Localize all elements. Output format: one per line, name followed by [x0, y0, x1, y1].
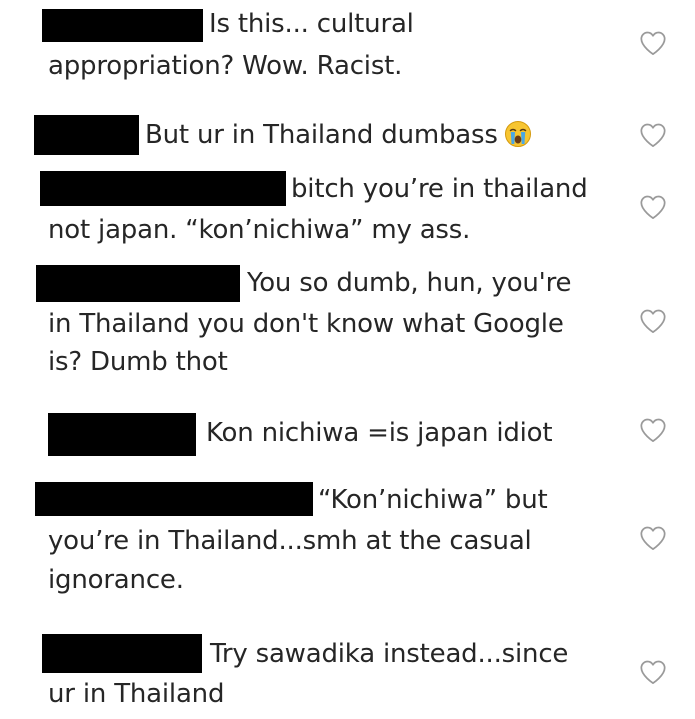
comment-text-line: Try sawadika instead...since: [210, 639, 569, 669]
redacted-username: [40, 171, 286, 206]
comment-text-line: But ur in Thailand dumbass: [145, 115, 532, 155]
comment-text: But ur in Thailand dumbass: [145, 120, 498, 150]
comment-text-line: “Kon’nichiwa” but: [318, 485, 548, 515]
comment-text-line: appropriation? Wow. Racist.: [48, 51, 403, 81]
comments-screen: { "comments": [ { "username": "", "lines…: [0, 0, 695, 719]
like-heart-icon[interactable]: [639, 122, 667, 148]
comment-text-line: you’re in Thailand...smh at the casual: [48, 526, 532, 556]
comment-text-line: in Thailand you don't know what Google: [48, 309, 564, 339]
redacted-username: [36, 265, 240, 302]
like-heart-icon[interactable]: [639, 30, 667, 56]
like-heart-icon[interactable]: [639, 659, 667, 685]
like-heart-icon[interactable]: [639, 308, 667, 334]
redacted-username: [34, 115, 139, 155]
comment-text-line: ur in Thailand: [48, 679, 225, 709]
comment-text-line: bitch you’re in thailand: [291, 174, 588, 204]
redacted-username: [48, 413, 196, 456]
like-heart-icon[interactable]: [639, 417, 667, 443]
redacted-username: [42, 634, 202, 673]
comment-text-line: is? Dumb thot: [48, 347, 228, 377]
comment-text-line: You so dumb, hun, you're: [247, 268, 572, 298]
comment-text-line: ignorance.: [48, 565, 184, 595]
redacted-username: [35, 482, 313, 516]
comment-text-line: not japan. “kon’nichiwa” my ass.: [48, 215, 471, 245]
loudly-crying-face-icon: [504, 120, 532, 148]
like-heart-icon[interactable]: [639, 525, 667, 551]
like-heart-icon[interactable]: [639, 194, 667, 220]
redacted-username: [42, 9, 203, 42]
comment-text-line: Kon nichiwa =is japan idiot: [206, 418, 553, 448]
comment-text-line: Is this... cultural: [209, 9, 414, 39]
